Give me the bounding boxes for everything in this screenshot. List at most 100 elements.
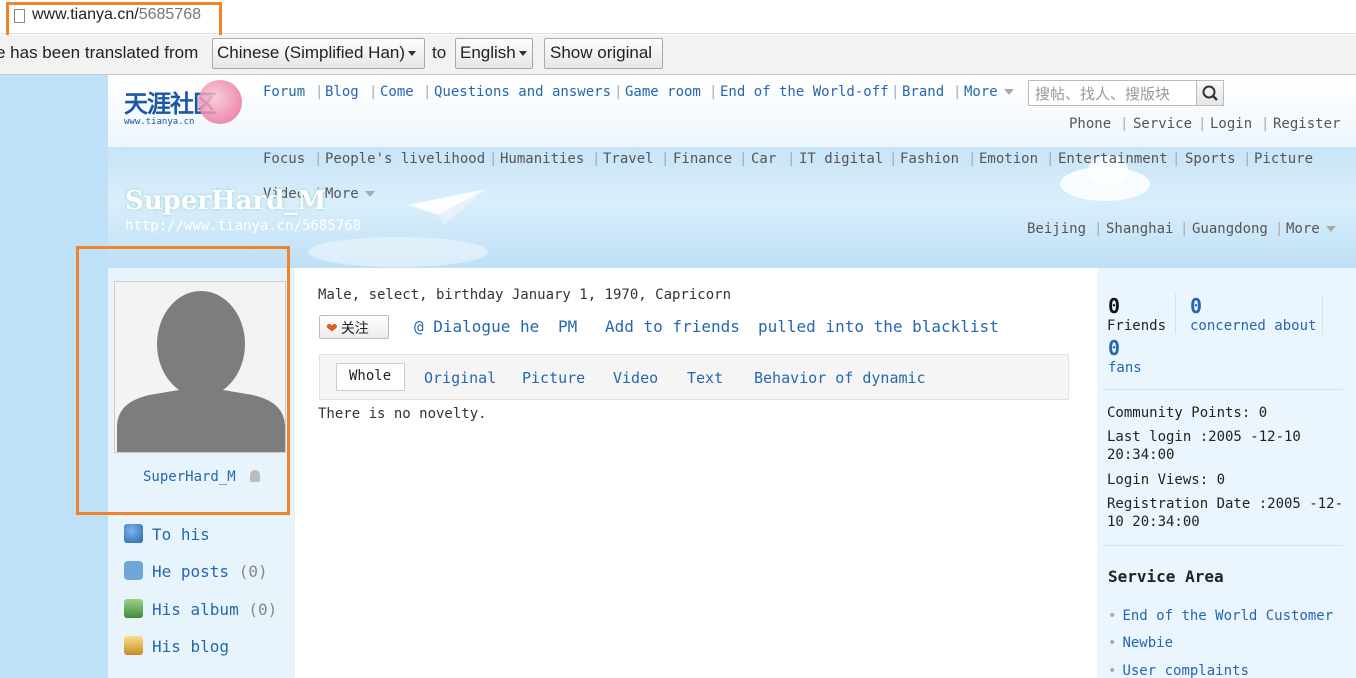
nav-more[interactable]: More	[964, 84, 1014, 100]
divider	[1103, 545, 1343, 546]
search-icon	[1202, 85, 1218, 101]
nav-separator: |	[314, 151, 323, 167]
chevron-down-icon	[1325, 226, 1336, 232]
link-register[interactable]: Register	[1273, 116, 1340, 132]
pm-link[interactable]: PM	[558, 317, 577, 336]
channel-entertainment[interactable]: Entertainment	[1058, 151, 1168, 167]
follow-button[interactable]: ❤ 关注	[319, 315, 389, 339]
target-language-select[interactable]: English	[455, 38, 533, 69]
service-item[interactable]: • Newbie	[1108, 635, 1173, 651]
show-original-button[interactable]: Show original	[544, 38, 663, 69]
chevron-down-icon	[364, 191, 375, 197]
stat-divider	[1322, 294, 1323, 334]
fans-label[interactable]: fans	[1108, 360, 1142, 376]
channel-humanities[interactable]: Humanities	[500, 151, 584, 167]
nav-come[interactable]: Come	[380, 84, 414, 100]
dialogue-link[interactable]: @ Dialogue he	[414, 317, 539, 336]
blog-edit-icon	[124, 636, 143, 655]
channel-emotion[interactable]: Emotion	[979, 151, 1038, 167]
nav-separator: |	[614, 84, 623, 100]
follow-button-label: 关注	[340, 321, 369, 337]
avatar-highlight-box	[76, 246, 290, 515]
registration-date: Registration Date :2005 -12-	[1107, 496, 1344, 512]
region-beijing[interactable]: Beijing	[1027, 221, 1086, 237]
empty-feed-message: There is no novelty.	[318, 406, 487, 422]
channel-livelihood[interactable]: People's livelihood	[325, 151, 485, 167]
target-language-value: English	[460, 43, 516, 62]
nav-separator: |	[953, 84, 962, 100]
last-login: Last login :2005 -12-10	[1107, 429, 1301, 445]
photo-album-icon	[124, 599, 143, 618]
logo-globe-icon	[198, 80, 242, 124]
channel-focus[interactable]: Focus	[263, 151, 305, 167]
tab-video[interactable]: Video	[613, 369, 658, 387]
chevron-down-icon	[518, 51, 527, 57]
region-more-label: More	[1286, 221, 1320, 237]
users-icon	[124, 524, 143, 543]
nav-separator: |	[1275, 221, 1284, 237]
nav-blog[interactable]: Blog	[325, 84, 359, 100]
nav-brand[interactable]: Brand	[902, 84, 944, 100]
friends-label: Friends	[1107, 318, 1167, 334]
link-phone[interactable]: Phone	[1069, 116, 1111, 132]
nav-questions[interactable]: Questions and answers	[434, 84, 611, 100]
service-item[interactable]: • User complaints	[1108, 663, 1249, 678]
nav-separator: |	[1243, 151, 1252, 167]
blacklist-link[interactable]: pulled into the blacklist	[758, 317, 999, 336]
channel-it-digital[interactable]: IT digital	[799, 151, 883, 167]
nav-end-of-world[interactable]: End of the World-off	[720, 84, 889, 100]
sidebar-item-album[interactable]: His album (0)	[124, 599, 277, 619]
nav-more-label: More	[964, 84, 998, 100]
nav-separator: |	[1180, 221, 1189, 237]
nav-separator: |	[709, 84, 718, 100]
sidebar-item-posts[interactable]: He posts (0)	[124, 561, 268, 581]
tab-original[interactable]: Original	[424, 369, 496, 387]
url-highlight-box	[6, 2, 222, 38]
profile-summary: Male, select, birthday January 1, 1970, …	[318, 287, 732, 303]
last-login-time: 20:34:00	[1107, 447, 1175, 463]
nav-separator: |	[1172, 151, 1181, 167]
region-shanghai[interactable]: Shanghai	[1106, 221, 1173, 237]
sidebar-item-to-his[interactable]: To his	[124, 524, 210, 544]
service-item[interactable]: • End of the World Customer	[1108, 608, 1333, 624]
channel-picture[interactable]: Picture	[1254, 151, 1313, 167]
link-login[interactable]: Login	[1210, 116, 1252, 132]
source-language-select[interactable]: Chinese (Simplified Han)	[212, 38, 425, 69]
bullet-icon: •	[1108, 663, 1117, 678]
channel-fashion[interactable]: Fashion	[900, 151, 959, 167]
channel-more[interactable]: More	[325, 186, 375, 202]
nav-forum[interactable]: Forum	[263, 84, 305, 100]
sidebar-item-label: His blog	[152, 637, 230, 656]
tab-picture[interactable]: Picture	[522, 369, 585, 387]
nav-game-room[interactable]: Game room	[625, 84, 701, 100]
service-item-label: User complaints	[1122, 663, 1249, 678]
concerned-label[interactable]: concerned about	[1190, 318, 1316, 334]
tab-behavior-dynamic[interactable]: Behavior of dynamic	[754, 369, 926, 387]
tab-text[interactable]: Text	[687, 369, 723, 387]
fans-count[interactable]: 0	[1108, 336, 1120, 360]
search-button[interactable]	[1196, 80, 1224, 106]
cloud-decoration	[308, 237, 488, 267]
divider	[1103, 389, 1343, 390]
nav-separator: |	[423, 84, 432, 100]
paper-plane-icon	[408, 189, 486, 225]
banner-url[interactable]: http://www.tianya.cn/5685768	[125, 218, 361, 234]
service-area-title: Service Area	[1108, 567, 1224, 586]
link-service[interactable]: Service	[1133, 116, 1192, 132]
concerned-count[interactable]: 0	[1190, 294, 1202, 318]
add-friend-link[interactable]: Add to friends	[605, 317, 740, 336]
region-more[interactable]: More	[1286, 221, 1336, 237]
search-input[interactable]: 搜帖、找人、搜版块	[1028, 80, 1197, 106]
nav-separator: |	[369, 84, 378, 100]
nav-separator: |	[1046, 151, 1055, 167]
chevron-down-icon	[408, 51, 417, 57]
sidebar-item-blog[interactable]: His blog	[124, 636, 229, 656]
channel-sports[interactable]: Sports	[1185, 151, 1236, 167]
channel-travel[interactable]: Travel	[603, 151, 654, 167]
channel-car[interactable]: Car	[751, 151, 776, 167]
friends-count[interactable]: 0	[1108, 294, 1120, 318]
channel-finance[interactable]: Finance	[673, 151, 732, 167]
region-guangdong[interactable]: Guangdong	[1192, 221, 1268, 237]
comment-icon	[124, 561, 143, 580]
tab-whole[interactable]: Whole	[336, 363, 405, 391]
